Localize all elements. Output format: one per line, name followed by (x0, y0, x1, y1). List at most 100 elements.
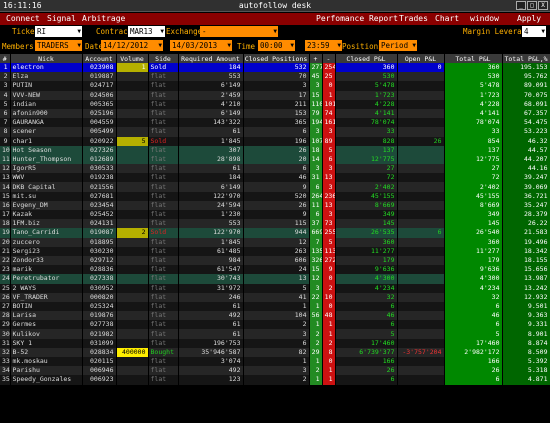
col-plus-header[interactable]: + (309, 54, 323, 63)
total-pl-cell: 4'141 (444, 108, 503, 119)
volume-cell (116, 274, 149, 284)
open-pl-cell (397, 219, 445, 229)
table-row[interactable]: 11 Hunter_Thompson 012689 flat 28'898 20 14 6 12… (0, 154, 550, 165)
table-row[interactable]: 20 zuccero 018895 flat 1'845 12 7 5 360 360 19.496 (0, 237, 550, 247)
table-row[interactable]: 28 Larisa 019876 flat 492 104 56 48 46 46 9.363 (0, 311, 550, 321)
required-amount-cell: 61 (178, 329, 244, 339)
table-row[interactable]: 29 Germes 027738 flat 61 2 1 1 6 6 9.331 (0, 320, 550, 330)
col-closed-positions-header[interactable]: Closed Positions (243, 54, 310, 63)
closed-pl-cell: 530 (335, 72, 398, 82)
nick-cell: mit.su (10, 191, 83, 201)
margin-leverage-select[interactable]: 4 ▼ (522, 26, 546, 37)
open-pl-cell (397, 375, 445, 385)
table-row[interactable]: 35 Speedy_Gonzales 006923 flat 123 2 1 1 6 6 4.871 (0, 375, 550, 385)
close-button[interactable]: X (538, 1, 548, 10)
table-row[interactable]: 7GAURANGA004559flat143'32236519416178'07… (0, 118, 550, 128)
table-row[interactable]: 31 SKY 1 031099 flat 196'753 6 2 2 17'460 17'460 8… (0, 338, 550, 348)
menu-apply[interactable]: Apply (517, 14, 541, 23)
col-open-pl-header[interactable]: Open P&L (397, 54, 445, 63)
required-amount-cell: 2'459 (178, 90, 244, 100)
menu-performance-report[interactable]: Perfomance Report (316, 14, 398, 23)
date-from-input[interactable]: 14/12/2012 ▼ (101, 40, 163, 51)
positions-select[interactable]: Period ▼ (379, 40, 417, 51)
members-select[interactable]: TRADERS ▼ (35, 40, 82, 51)
table-row[interactable]: 26 VF_TRADER 000820 flat 246 41 22 10 32 32 12.932 (0, 292, 550, 302)
closed-positions-cell: 520 (243, 191, 310, 201)
time-from-value: 00:00 (260, 41, 283, 50)
menu-chart[interactable]: Chart (435, 14, 459, 23)
table-row[interactable]: 23 marik 028836 flat 61'547 24 15 9 9'636 9'636 15… (0, 265, 550, 275)
minimize-button[interactable]: _ (516, 1, 526, 10)
table-row[interactable]: 13 WWV 019238 flat 184 46 31 13 72 72 39.247 (0, 173, 550, 183)
table-row[interactable]: 3 PUTIN 024717 flat 6'149 3 3 0 5'478 5'478 89.091 (0, 81, 550, 91)
time-to-input[interactable]: 23:59 ▼ (305, 40, 342, 51)
table-row[interactable]: 4 VVV-NEW 024506 flat 2'459 17 15 1 1'723 1'723 70… (0, 90, 550, 100)
account-cell: 006923 (82, 375, 117, 385)
col-nick-header[interactable]: Nick (10, 54, 83, 63)
table-row[interactable]: 34 Parishu 006946 flat 492 3 2 1 26 26 5.318 (0, 366, 550, 376)
closed-positions-cell: 1 (243, 301, 310, 312)
table-row[interactable]: 25 2 WAYS 030952 flat 31'972 5 3 2 4'234 4'234 13.… (0, 283, 550, 293)
account-cell: 021982 (82, 329, 117, 339)
menu-connect[interactable]: Connect (6, 14, 40, 23)
table-row[interactable]: 16 Evgeny_DM 023454 flat 24'594 26 11 13 8'669 8'… (0, 200, 550, 210)
col-total-pl-header[interactable]: Total P&L (444, 54, 503, 63)
menu-arbitrage[interactable]: Arbitrage (82, 14, 125, 23)
required-amount-cell: 1'230 (178, 210, 244, 220)
table-row[interactable]: 17 Kazak 025452 flat 1'230 9 6 3 349 349 28.379 (0, 210, 550, 220)
table-row[interactable]: 19Tano_Carridi0190872Sold122'97094466925… (0, 228, 550, 238)
closed-pl-cell: 137 (335, 145, 398, 155)
required-amount-cell: 28'898 (178, 154, 244, 165)
account-cell: 028834 (82, 347, 117, 357)
table-row[interactable]: 24 Peretrubator 027338 flat 30'743 13 12 0 4'300… (0, 274, 550, 284)
exchange-select[interactable]: - ▼ (200, 26, 278, 37)
date-to-input[interactable]: 14/03/2013 ▼ (170, 40, 232, 51)
row-index: 4 (0, 90, 11, 100)
col-account-header[interactable]: Account (82, 54, 117, 63)
col-index-header[interactable]: # (0, 54, 11, 63)
volume-cell (116, 164, 149, 174)
table-row[interactable]: 15mit.su027681flat122'97052026423645'155… (0, 191, 550, 201)
col-minus-header[interactable]: - (322, 54, 336, 63)
table-row[interactable]: 5indian005365flat4'2102111101014'2284'22… (0, 99, 550, 109)
table-row[interactable]: 14 DKB Capital 021556 flat 6'149 9 6 3 2'402 2'40… (0, 182, 550, 192)
table-row[interactable]: 32 B-52 028834 400000 Bought 35'946'587 82 29 8 6… (0, 347, 550, 357)
table-row[interactable]: 27 BOTIN 025324 flat 61 1 1 0 6 6 9.501 (0, 301, 550, 312)
table-row[interactable]: 18 1FM.biz 024131 flat 553 115 37 73 145 145 26.22 (0, 219, 550, 229)
row-index: 24 (0, 274, 11, 284)
table-row[interactable]: 30 Kulikov 021982 flat 61 3 2 1 5 5 8.901 (0, 329, 550, 339)
table-row[interactable]: 9char10209225Sold1'845196107898282685446… (0, 136, 550, 146)
ticker-select[interactable]: RI ▼ (35, 26, 82, 37)
time-from-input[interactable]: 00:00 ▼ (258, 40, 295, 51)
menu-window[interactable]: window (470, 14, 499, 23)
table-row[interactable]: 2 Elza 019887 flat 553 70 45 25 530 530 95.762 (0, 72, 550, 82)
total-pl-cell: 12'775 (444, 154, 503, 165)
col-volume-header[interactable]: Volume (116, 54, 149, 63)
required-amount-cell: 61 (178, 301, 244, 312)
volume-cell (116, 357, 149, 367)
minus-cell: 74 (322, 108, 336, 119)
table-row[interactable]: 21Sergi23030230flat61'48526313511311'277… (0, 246, 550, 256)
maximize-button[interactable]: □ (527, 1, 537, 10)
table-row[interactable]: 22Zondor33029712flat98460632627217917918… (0, 255, 550, 266)
col-required-amount-header[interactable]: Required Amount (178, 54, 244, 63)
volume-cell (116, 200, 149, 210)
table-row[interactable]: 1electron0239081Sold18453227725436003601… (0, 63, 550, 73)
account-cell: 019238 (82, 173, 117, 183)
menu-trades[interactable]: Trades (399, 14, 428, 23)
contract-select[interactable]: MAR13 ▼ (128, 26, 165, 37)
col-closed-pl-header[interactable]: Closed P&L (335, 54, 398, 63)
closed-pl-cell: 27 (335, 164, 398, 174)
table-row[interactable]: 6 afonin900 025196 flat 6'149 153 79 74 4'141 4'1… (0, 108, 550, 119)
table-row[interactable]: 10 Hot Season 027326 flat 307 26 18 5 137 137 44.5… (0, 145, 550, 155)
col-total-pl-pct-header[interactable]: Total P&L,% (502, 54, 550, 63)
side-cell: flat (148, 255, 179, 266)
nick-cell: 1FM.biz (10, 219, 83, 229)
table-row[interactable]: 33 mk.moskau 020115 flat 3'074 1 1 0 166 166 5.392 (0, 357, 550, 367)
table-row[interactable]: 8 scener 005499 flat 61 6 3 3 33 33 53.223 (0, 127, 550, 137)
table-row[interactable]: 12 IgorR5 030533 flat 61 6 3 3 27 27 44.16 (0, 164, 550, 174)
closed-pl-cell: 179 (335, 255, 398, 266)
col-side-header[interactable]: Side (148, 54, 179, 63)
total-pl-cell: 5 (444, 329, 503, 339)
menu-signal[interactable]: Signal (47, 14, 76, 23)
